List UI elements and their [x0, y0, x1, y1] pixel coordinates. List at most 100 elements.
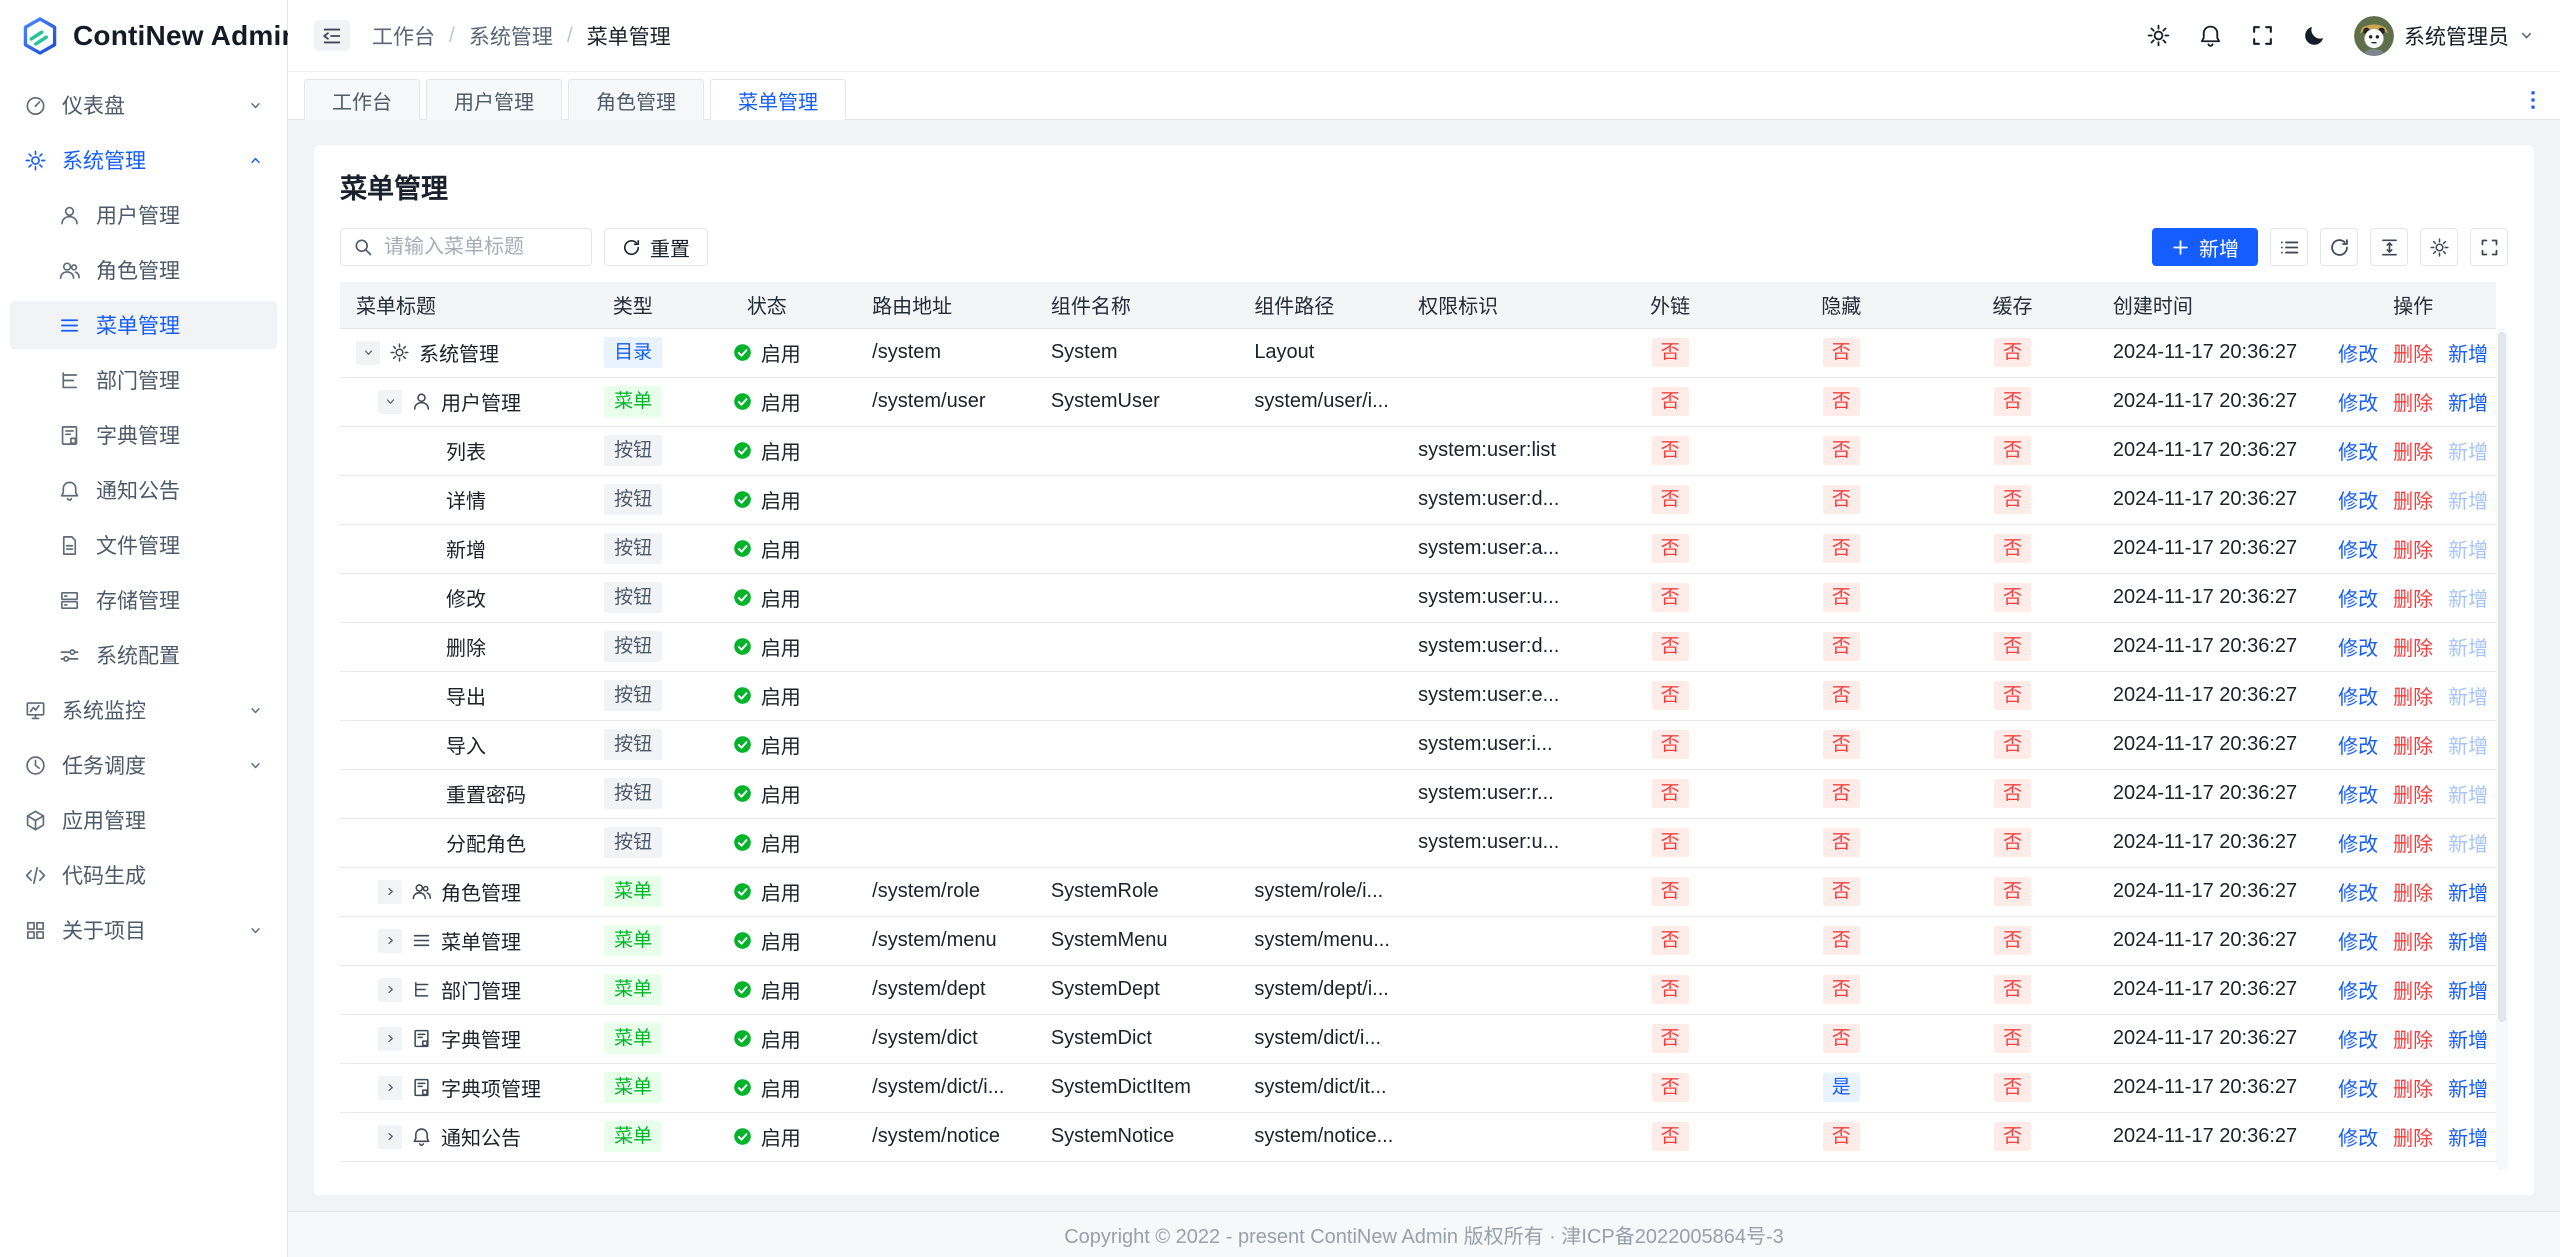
sidebar-item-tree-list[interactable]: 部门管理: [10, 356, 277, 404]
sidebar-item-file[interactable]: 文件管理: [10, 521, 277, 569]
add-button[interactable]: 新增: [2152, 228, 2258, 266]
delete-link[interactable]: 删除: [2393, 1122, 2433, 1151]
sidebar-item-users[interactable]: 角色管理: [10, 246, 277, 294]
delete-link[interactable]: 删除: [2393, 975, 2433, 1004]
column-header-type[interactable]: 类型: [588, 282, 677, 328]
add-link[interactable]: 新增: [2448, 1024, 2488, 1053]
column-header-hidden[interactable]: 隐藏: [1754, 282, 1928, 328]
user-menu[interactable]: 系统管理员: [2354, 16, 2534, 56]
column-header-perm[interactable]: 权限标识: [1402, 282, 1586, 328]
sidebar-item-monitor[interactable]: 系统监控: [10, 686, 277, 734]
sidebar-item-code[interactable]: 代码生成: [10, 851, 277, 899]
add-link[interactable]: 新增: [2448, 730, 2488, 759]
tab-actions-button[interactable]: [2522, 89, 2544, 111]
breadcrumb-item[interactable]: 工作台: [372, 21, 435, 51]
tab-item[interactable]: 用户管理: [426, 79, 562, 120]
row-expander[interactable]: [378, 1125, 402, 1149]
row-expander[interactable]: [378, 978, 402, 1002]
list-tool-button[interactable]: [2270, 228, 2308, 266]
add-link[interactable]: 新增: [2448, 583, 2488, 612]
fullscreen-tool-button[interactable]: [2470, 228, 2508, 266]
sidebar-collapse-button[interactable]: [314, 20, 350, 51]
reset-button[interactable]: 重置: [604, 228, 708, 266]
column-header-external[interactable]: 外链: [1586, 282, 1755, 328]
row-expander[interactable]: [356, 341, 380, 365]
delete-link[interactable]: 删除: [2393, 828, 2433, 857]
add-link[interactable]: 新增: [2448, 681, 2488, 710]
bell-button[interactable]: [2198, 23, 2223, 48]
add-link[interactable]: 新增: [2448, 1073, 2488, 1102]
add-link[interactable]: 新增: [2448, 632, 2488, 661]
add-link[interactable]: 新增: [2448, 877, 2488, 906]
delete-link[interactable]: 删除: [2393, 583, 2433, 612]
sidebar-item-dict[interactable]: 字典管理: [10, 411, 277, 459]
delete-link[interactable]: 删除: [2393, 387, 2433, 416]
add-link[interactable]: 新增: [2448, 436, 2488, 465]
row-expander[interactable]: [378, 1027, 402, 1051]
edit-link[interactable]: 修改: [2338, 1122, 2378, 1151]
edit-link[interactable]: 修改: [2338, 877, 2378, 906]
table-scrollbar[interactable]: [2496, 328, 2508, 1170]
delete-link[interactable]: 删除: [2393, 1073, 2433, 1102]
row-expander[interactable]: [378, 929, 402, 953]
column-header-created[interactable]: 创建时间: [2097, 282, 2330, 328]
sidebar-item-menu-lines[interactable]: 菜单管理: [10, 301, 277, 349]
delete-link[interactable]: 删除: [2393, 436, 2433, 465]
edit-link[interactable]: 修改: [2338, 338, 2378, 367]
sidebar-item-grid[interactable]: 关于项目: [10, 906, 277, 954]
delete-link[interactable]: 删除: [2393, 730, 2433, 759]
edit-link[interactable]: 修改: [2338, 583, 2378, 612]
edit-link[interactable]: 修改: [2338, 1024, 2378, 1053]
add-link[interactable]: 新增: [2448, 828, 2488, 857]
edit-link[interactable]: 修改: [2338, 779, 2378, 808]
breadcrumb-item[interactable]: 系统管理: [469, 21, 553, 51]
delete-link[interactable]: 删除: [2393, 1024, 2433, 1053]
search-input[interactable]: [382, 235, 579, 260]
delete-link[interactable]: 删除: [2393, 534, 2433, 563]
sidebar-item-user[interactable]: 用户管理: [10, 191, 277, 239]
tab-item[interactable]: 工作台: [304, 79, 420, 120]
column-header-title[interactable]: 菜单标题: [340, 282, 588, 328]
edit-link[interactable]: 修改: [2338, 485, 2378, 514]
edit-link[interactable]: 修改: [2338, 975, 2378, 1004]
sidebar-item-storage[interactable]: 存储管理: [10, 576, 277, 624]
add-link[interactable]: 新增: [2448, 1122, 2488, 1151]
sidebar-item-sliders[interactable]: 系统配置: [10, 631, 277, 679]
delete-link[interactable]: 删除: [2393, 877, 2433, 906]
tab-item[interactable]: 菜单管理: [710, 79, 846, 120]
column-header-status[interactable]: 状态: [677, 282, 856, 328]
scrollbar-thumb[interactable]: [2498, 332, 2506, 1022]
column-header-actions[interactable]: 操作: [2330, 282, 2496, 328]
delete-link[interactable]: 删除: [2393, 779, 2433, 808]
edit-link[interactable]: 修改: [2338, 926, 2378, 955]
row-expander[interactable]: [378, 390, 402, 414]
add-link[interactable]: 新增: [2448, 779, 2488, 808]
breadcrumb-item[interactable]: 菜单管理: [587, 21, 671, 51]
column-header-path[interactable]: 组件路径: [1238, 282, 1402, 328]
add-link[interactable]: 新增: [2448, 926, 2488, 955]
edit-link[interactable]: 修改: [2338, 534, 2378, 563]
add-link[interactable]: 新增: [2448, 534, 2488, 563]
sidebar-item-dashboard[interactable]: 仪表盘: [10, 81, 277, 129]
fullscreen-button[interactable]: [2250, 23, 2275, 48]
edit-link[interactable]: 修改: [2338, 730, 2378, 759]
add-link[interactable]: 新增: [2448, 975, 2488, 1004]
sidebar-item-cube[interactable]: 应用管理: [10, 796, 277, 844]
edit-link[interactable]: 修改: [2338, 1073, 2378, 1102]
column-header-component[interactable]: 组件名称: [1035, 282, 1238, 328]
delete-link[interactable]: 删除: [2393, 485, 2433, 514]
settings-button[interactable]: [2146, 23, 2171, 48]
edit-link[interactable]: 修改: [2338, 681, 2378, 710]
delete-link[interactable]: 删除: [2393, 926, 2433, 955]
line-height-tool-button[interactable]: [2370, 228, 2408, 266]
delete-link[interactable]: 删除: [2393, 632, 2433, 661]
tab-item[interactable]: 角色管理: [568, 79, 704, 120]
edit-link[interactable]: 修改: [2338, 387, 2378, 416]
column-header-route[interactable]: 路由地址: [856, 282, 1035, 328]
add-link[interactable]: 新增: [2448, 485, 2488, 514]
column-header-cache[interactable]: 缓存: [1928, 282, 2097, 328]
row-expander[interactable]: [378, 880, 402, 904]
add-link[interactable]: 新增: [2448, 387, 2488, 416]
sidebar-item-gear[interactable]: 系统管理: [10, 136, 277, 184]
edit-link[interactable]: 修改: [2338, 632, 2378, 661]
